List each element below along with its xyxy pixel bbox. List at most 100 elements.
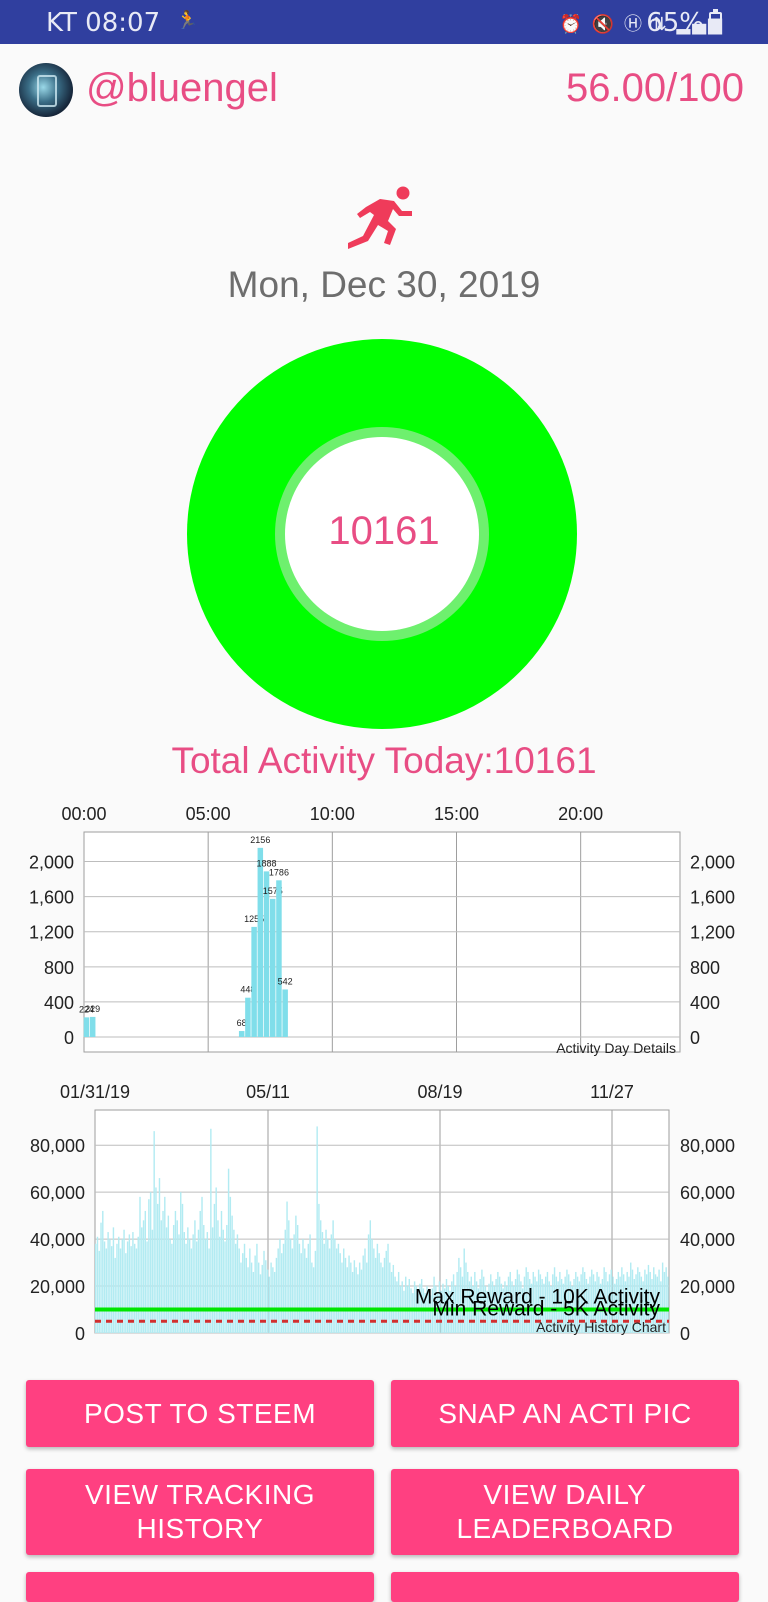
history-bar xyxy=(323,1243,325,1333)
history-bar xyxy=(367,1234,370,1333)
history-bar xyxy=(286,1201,288,1333)
history-bar xyxy=(397,1271,400,1333)
history-bar xyxy=(371,1239,373,1333)
history-bar xyxy=(277,1248,279,1333)
history-bar xyxy=(229,1196,232,1333)
view-daily-leaderboard-button[interactable]: VIEW DAILY LEADERBOARD xyxy=(391,1469,739,1555)
history-bar xyxy=(121,1239,123,1333)
history-bar xyxy=(357,1274,359,1333)
history-bar xyxy=(330,1234,333,1333)
history-bar xyxy=(268,1276,271,1333)
history-bar xyxy=(171,1243,173,1333)
history-bar xyxy=(256,1243,258,1333)
history-y-tick-left: 40,000 xyxy=(30,1230,85,1250)
history-bar xyxy=(178,1234,180,1333)
history-bar xyxy=(165,1227,168,1333)
history-bar xyxy=(197,1229,200,1333)
history-bar xyxy=(394,1276,396,1333)
history-bar xyxy=(390,1271,393,1333)
history-bar xyxy=(325,1229,327,1333)
history-bar xyxy=(346,1267,348,1333)
history-bar xyxy=(279,1239,281,1333)
history-bar xyxy=(245,1257,248,1333)
history-bar xyxy=(403,1290,405,1333)
history-bar xyxy=(318,1203,320,1333)
history-bar xyxy=(146,1241,148,1333)
history-bar xyxy=(247,1267,249,1333)
history-bar xyxy=(114,1257,116,1333)
history-y-tick-left: 0 xyxy=(75,1324,85,1344)
history-bar xyxy=(135,1248,138,1333)
min-reward-label: Min Reward - 5K Activity xyxy=(432,1297,660,1320)
more-button-left[interactable] xyxy=(26,1572,374,1602)
history-bar xyxy=(300,1253,302,1333)
history-bar xyxy=(103,1241,106,1333)
view-tracking-label-1: VIEW TRACKING xyxy=(84,1479,315,1510)
history-bar xyxy=(319,1220,322,1333)
history-bar xyxy=(169,1239,171,1333)
history-bar xyxy=(226,1225,228,1333)
more-button-right[interactable] xyxy=(391,1572,739,1602)
history-bar xyxy=(112,1227,115,1333)
history-bar xyxy=(217,1220,219,1333)
history-bar xyxy=(273,1271,276,1333)
activity-history-chart: 01/31/19 05/11 08/19 11/27 0 0 20,000 20,000 40,… xyxy=(30,1082,735,1344)
history-bar xyxy=(157,1203,159,1333)
snap-an-acti-pic-button[interactable]: SNAP AN ACTI PIC xyxy=(391,1380,739,1447)
history-bar xyxy=(311,1262,313,1333)
history-bar xyxy=(295,1215,297,1333)
history-bar xyxy=(149,1192,152,1333)
history-bar xyxy=(133,1243,136,1333)
history-bar xyxy=(296,1225,299,1333)
history-bar xyxy=(257,1262,260,1333)
view-leaderboard-label-1: VIEW DAILY xyxy=(483,1479,647,1510)
history-bar xyxy=(141,1227,143,1333)
history-bar xyxy=(102,1210,104,1333)
history-bar xyxy=(412,1293,414,1333)
history-bar xyxy=(201,1196,203,1333)
history-bar xyxy=(164,1196,166,1333)
history-bar xyxy=(405,1276,407,1333)
history-bar xyxy=(195,1241,198,1333)
history-bar xyxy=(351,1271,354,1333)
history-bar xyxy=(142,1220,145,1333)
history-x-tick: 05/11 xyxy=(246,1082,290,1102)
history-bar xyxy=(396,1281,398,1333)
history-bar xyxy=(231,1215,233,1333)
history-bar xyxy=(206,1232,209,1333)
history-bar xyxy=(194,1220,196,1333)
history-y-tick-left: 20,000 xyxy=(30,1277,85,1297)
history-bar xyxy=(332,1220,334,1333)
history-bar xyxy=(188,1239,191,1333)
history-y-tick-right: 60,000 xyxy=(680,1183,735,1203)
history-x-tick: 08/19 xyxy=(417,1082,462,1102)
history-chart-title: Activity History Chart xyxy=(536,1319,666,1335)
history-bar xyxy=(334,1239,336,1333)
view-tracking-history-button[interactable]: VIEW TRACKING HISTORY xyxy=(26,1469,374,1555)
history-bar xyxy=(125,1253,127,1333)
history-bar xyxy=(291,1248,294,1333)
history-bar xyxy=(167,1215,170,1333)
history-bar xyxy=(123,1229,125,1333)
history-bar xyxy=(151,1229,154,1333)
history-bar xyxy=(187,1227,189,1333)
history-bar xyxy=(282,1243,285,1333)
history-bar xyxy=(180,1192,182,1333)
history-bar xyxy=(132,1232,134,1333)
history-bar xyxy=(259,1274,262,1333)
history-bar xyxy=(220,1210,223,1333)
history-bar xyxy=(148,1199,150,1333)
post-to-steem-button[interactable]: POST TO STEEM xyxy=(26,1380,374,1447)
history-bar xyxy=(95,1243,97,1333)
history-bar xyxy=(210,1128,212,1333)
history-bar xyxy=(321,1232,324,1333)
history-bar xyxy=(667,1276,669,1333)
history-bar xyxy=(302,1239,304,1333)
history-bar xyxy=(401,1281,403,1333)
history-bar xyxy=(261,1264,263,1333)
history-bar xyxy=(298,1243,301,1333)
history-bar xyxy=(203,1225,205,1333)
history-bar xyxy=(100,1222,102,1333)
history-bar xyxy=(389,1262,391,1333)
history-bar xyxy=(199,1210,201,1333)
